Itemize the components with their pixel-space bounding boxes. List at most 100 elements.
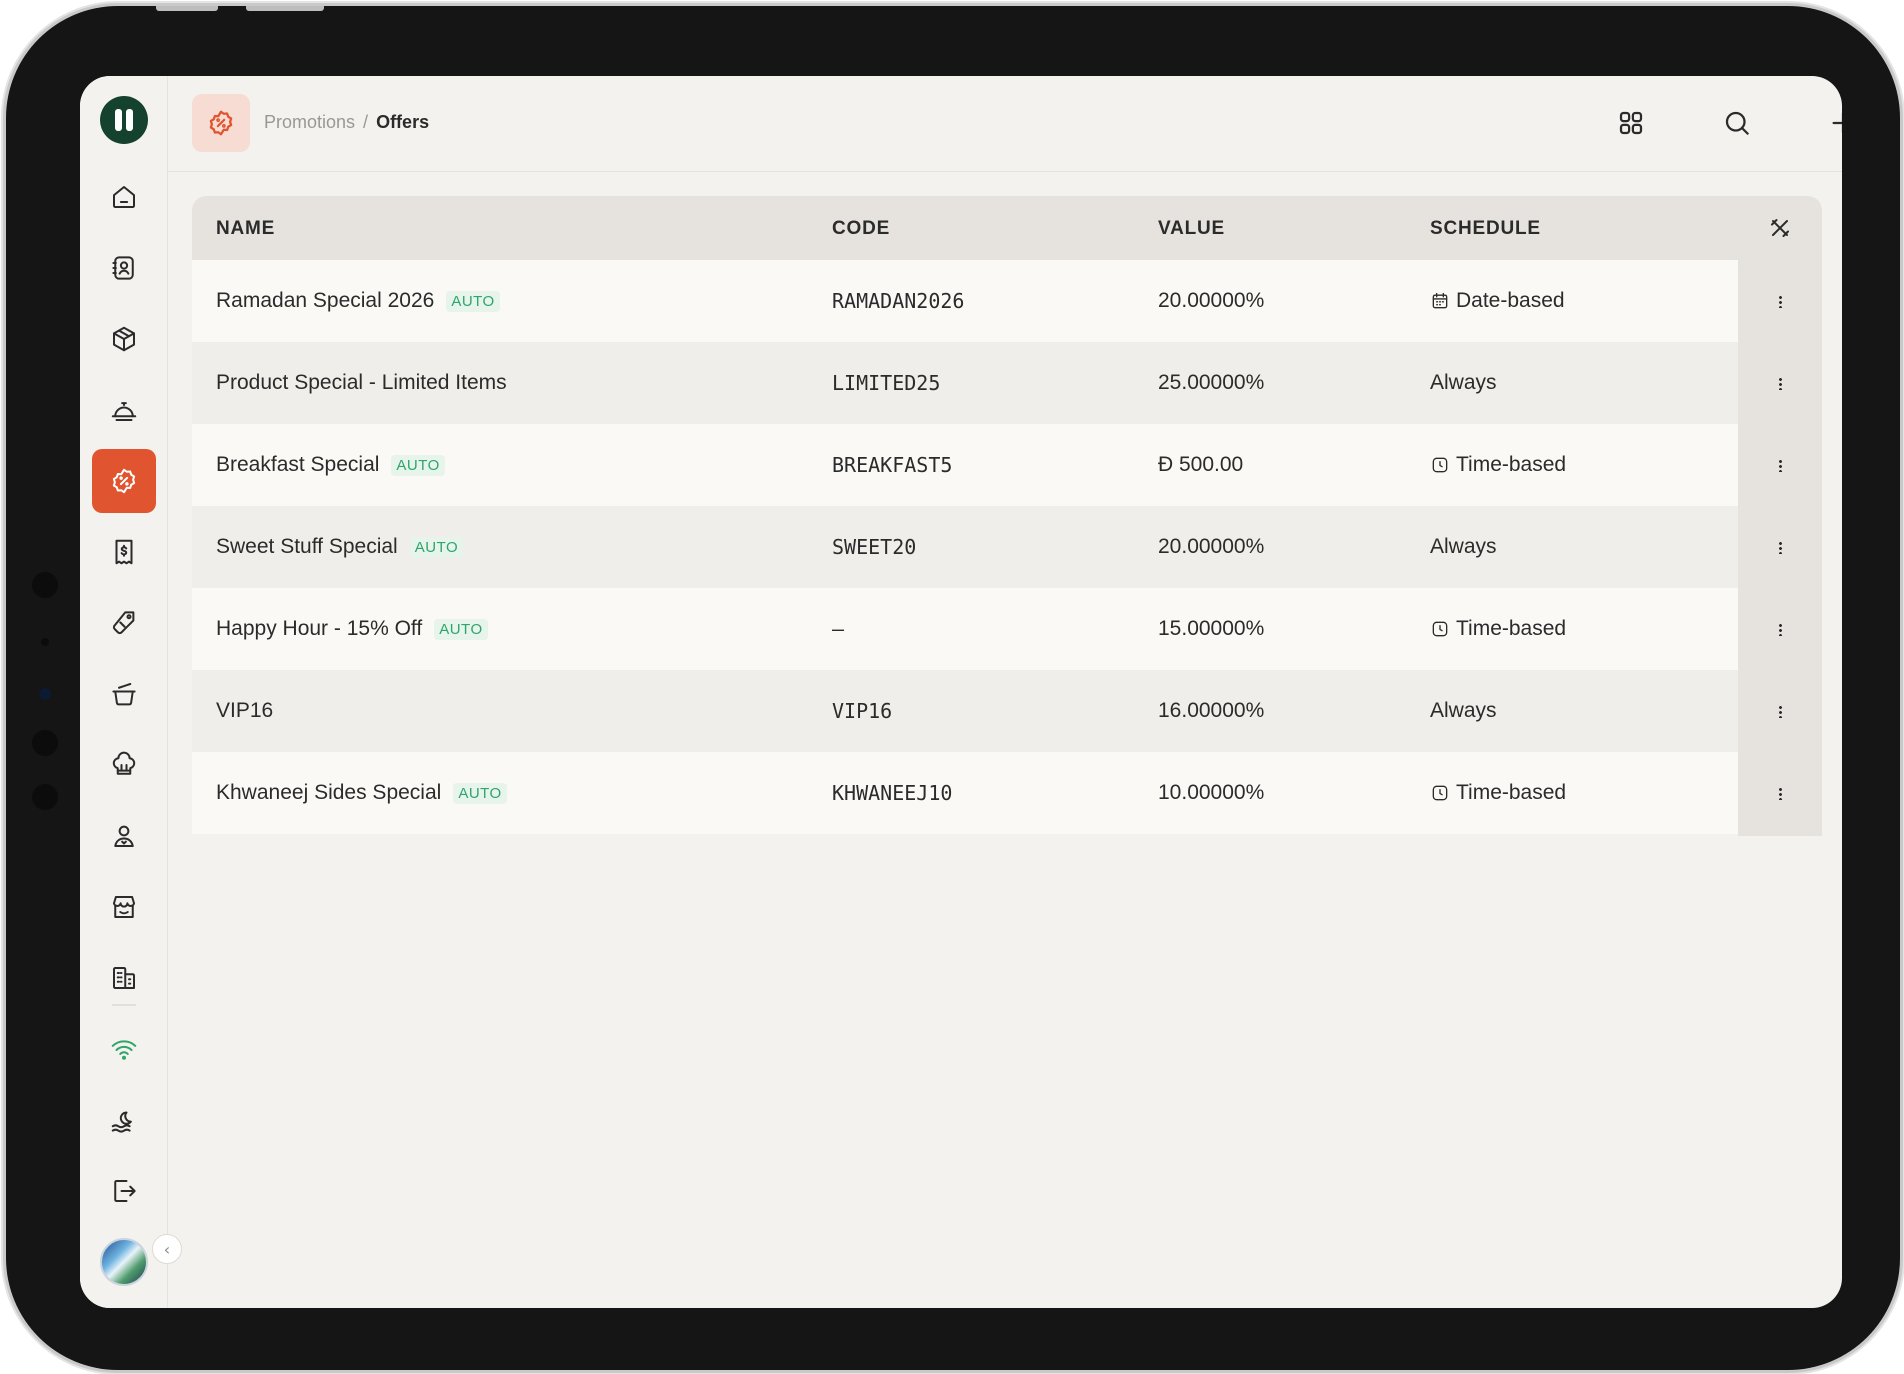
user-avatar[interactable] [100,1238,148,1286]
row-menu-button[interactable] [1738,424,1822,506]
offer-schedule: Date-based [1430,260,1565,342]
more-vertical-icon [1778,704,1782,718]
clock-icon [1430,455,1450,475]
auto-badge: AUTO [446,290,500,312]
offer-name: Ramadan Special 2026 AUTO [216,260,500,342]
offer-name: Sweet Stuff Special AUTO [216,506,464,588]
tag-icon[interactable] [92,591,156,655]
row-menu-button[interactable] [1738,342,1822,424]
logout-icon[interactable] [92,1159,156,1223]
grid-view-button[interactable] [1608,100,1654,146]
promotions-badge-icon[interactable] [92,449,156,513]
column-header-name[interactable]: NAME [216,218,275,240]
top-bar: Promotions / Offers [168,76,1842,172]
top-button [246,6,324,11]
home-icon[interactable] [92,165,156,229]
schedule-text: Time-based [1456,781,1567,804]
offer-name-text: Product Special - Limited Items [216,371,507,394]
offer-code: LIMITED25 [832,371,941,395]
auto-badge: AUTO [453,782,507,804]
camera-icon [32,730,58,756]
buildings-icon[interactable] [92,946,156,1010]
box-icon[interactable] [92,307,156,371]
offer-name: VIP16 [216,670,273,752]
breadcrumb: Promotions / Offers [264,112,429,133]
tools-icon [1771,219,1789,237]
wifi-icon[interactable] [92,1017,156,1081]
sidebar [80,76,168,1308]
clock-icon [1430,619,1450,639]
offer-name: Happy Hour - 15% Off AUTO [216,588,488,670]
offer-schedule: Always [1430,535,1497,558]
user-icon[interactable] [92,804,156,868]
offer-value: 15.00000% [1158,617,1265,640]
table-row[interactable]: Product Special - Limited Items LIMITED2… [192,342,1738,424]
store-icon[interactable] [92,875,156,939]
more-vertical-icon [1778,540,1782,554]
offer-value: 20.00000% [1158,289,1265,312]
schedule-text: Time-based [1456,453,1567,476]
offer-name-text: Breakfast Special [216,453,380,476]
offer-value: 16.00000% [1158,699,1265,722]
offer-schedule: Always [1430,371,1497,394]
offer-name-text: VIP16 [216,699,274,722]
offer-code: — [832,617,845,641]
offer-value: 20.00000% [1158,535,1265,558]
app-logo[interactable] [100,96,148,144]
sidebar-divider [112,1004,136,1006]
auto-badge: AUTO [434,618,488,640]
offer-schedule: Time-based [1430,424,1566,506]
camera-icon [32,784,58,810]
offer-name-text: Sweet Stuff Special [216,535,398,558]
column-header-value[interactable]: VALUE [1158,218,1225,240]
breadcrumb-promotions[interactable]: Promotions [264,112,355,133]
search-icon [1725,111,1749,135]
table-row[interactable]: Khwaneej Sides Special AUTO KHWANEEJ10 10… [192,752,1738,834]
row-menu-button[interactable] [1738,506,1822,588]
clock-icon [1430,783,1450,803]
grid-icon [1619,111,1643,135]
column-header-schedule[interactable]: SCHEDULE [1430,218,1541,240]
more-vertical-icon [1778,786,1782,800]
column-header-code[interactable]: CODE [832,218,890,240]
contacts-icon[interactable] [92,236,156,300]
chevron-left-icon: ‹ [163,1239,171,1259]
sensor-icon [41,638,49,646]
weather-icon[interactable] [92,1088,156,1152]
table-row[interactable]: Breakfast Special AUTO BREAKFAST5 Ð 500.0… [192,424,1738,506]
row-menu-button[interactable] [1738,752,1822,834]
pot-icon[interactable] [92,662,156,726]
row-menu-button[interactable] [1738,260,1822,342]
more-vertical-icon [1778,294,1782,308]
collapse-sidebar-button[interactable]: ‹ [152,1234,182,1264]
auto-badge: AUTO [391,454,445,476]
tablet-frame: ‹ Promotions / Offers NAME CODE VALUE SC… [6,6,1900,1370]
column-settings-button[interactable] [1766,214,1794,242]
table-row[interactable]: Sweet Stuff Special AUTO SWEET20 20.00000… [192,506,1738,588]
offer-code: RAMADAN2026 [832,289,965,313]
schedule-text: Time-based [1456,617,1567,640]
table-row[interactable]: Ramadan Special 2026 AUTO RAMADAN2026 20.… [192,260,1738,342]
search-button[interactable] [1714,100,1760,146]
offer-schedule: Always [1430,699,1497,722]
table-row[interactable]: Happy Hour - 15% Off AUTO — 15.00000% Tim… [192,588,1738,670]
offer-value: 10.00000% [1158,781,1265,804]
more-vertical-icon [1778,376,1782,390]
table-empty-space [192,836,1822,1286]
add-offer-button[interactable] [1820,100,1842,146]
offer-name-text: Khwaneej Sides Special [216,781,442,804]
offer-schedule: Time-based [1430,752,1566,834]
row-menu-button[interactable] [1738,670,1822,752]
row-menu-button[interactable] [1738,588,1822,670]
lens-icon [39,688,51,700]
offer-code: SWEET20 [832,535,917,559]
calendar-icon [1430,291,1450,311]
offer-name: Breakfast Special AUTO [216,424,445,506]
offers-table: NAME CODE VALUE SCHEDULE Ramadan Special… [192,196,1822,1286]
food-dome-icon[interactable] [92,378,156,442]
offer-code: KHWANEEJ10 [832,781,953,805]
table-row[interactable]: VIP16 VIP16 16.00000% Always [192,670,1738,752]
schedule-text: Date-based [1456,289,1565,312]
receipt-icon[interactable] [92,520,156,584]
chef-hat-icon[interactable] [92,733,156,797]
